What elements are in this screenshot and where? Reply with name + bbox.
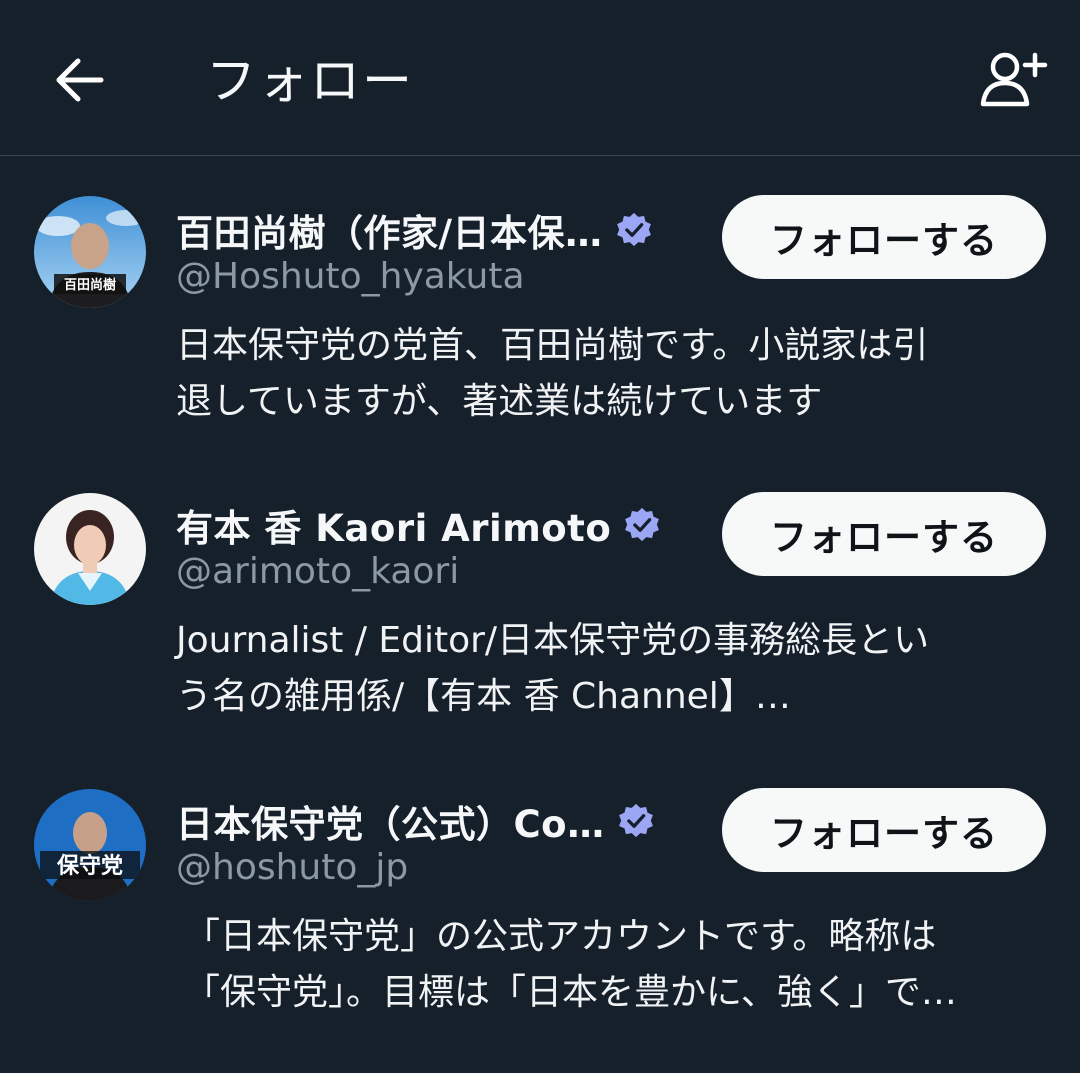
name-line: 百田尚樹（作家/日本保… (176, 202, 653, 258)
verified-badge-icon (625, 507, 660, 542)
verified-badge-icon (618, 803, 653, 838)
follow-button[interactable]: フォローする (722, 788, 1046, 872)
avatar[interactable]: 保守党 (34, 789, 146, 901)
name-line: 有本 香 Kaori Arimoto (176, 497, 661, 553)
avatar-label: 保守党 (56, 853, 123, 879)
name-line: 日本保守党（公式）Co… (176, 793, 655, 849)
avatar[interactable]: 百田尚樹 (34, 196, 146, 308)
person-plus-icon (980, 52, 1048, 107)
user-handle[interactable]: @Hoshuto_hyakuta (176, 256, 525, 297)
user-bio: 「日本保守党」の公式アカウントです。略称は 「保守党」。目標は「日本を豊かに、強… (184, 916, 957, 1013)
back-button[interactable] (48, 50, 110, 110)
user-row-hyakuta[interactable]: 百田尚樹 百田尚樹（作家/日本保… @Hoshuto_hyakuta 日本保守党… (0, 190, 1080, 480)
avatar-image (34, 493, 146, 605)
page-title: フォロー (206, 52, 414, 110)
user-row-hoshuto[interactable]: 保守党 日本保守党（公式）Co… @hoshuto_jp 「日本保守党」の公式ア… (0, 783, 1080, 1073)
top-bar: フォロー (0, 0, 1080, 156)
user-bio: Journalist / Editor/日本保守党の事務総長とい う名の雑用係/… (176, 620, 930, 717)
svg-text:百田尚樹: 百田尚樹 (64, 277, 116, 293)
avatar[interactable] (34, 493, 146, 605)
avatar-image: 百田尚樹 (34, 196, 146, 308)
user-name[interactable]: 日本保守党（公式）Co… (176, 794, 605, 848)
follow-button[interactable]: フォローする (722, 492, 1046, 576)
user-handle[interactable]: @arimoto_kaori (176, 551, 459, 592)
add-user-button[interactable] (975, 48, 1051, 110)
avatar-image: 保守党 (34, 789, 146, 901)
arrow-left-icon (56, 58, 104, 102)
user-row-arimoto[interactable]: 有本 香 Kaori Arimoto @arimoto_kaori Journa… (0, 487, 1080, 777)
user-name[interactable]: 有本 香 Kaori Arimoto (176, 498, 611, 552)
follow-button[interactable]: フォローする (722, 195, 1046, 279)
user-handle[interactable]: @hoshuto_jp (176, 847, 408, 888)
verified-badge-icon (616, 212, 651, 247)
user-name[interactable]: 百田尚樹（作家/日本保… (176, 203, 603, 257)
user-bio: 日本保守党の党首、百田尚樹です。小説家は引 退していますが、著述業は続けています (176, 325, 929, 422)
